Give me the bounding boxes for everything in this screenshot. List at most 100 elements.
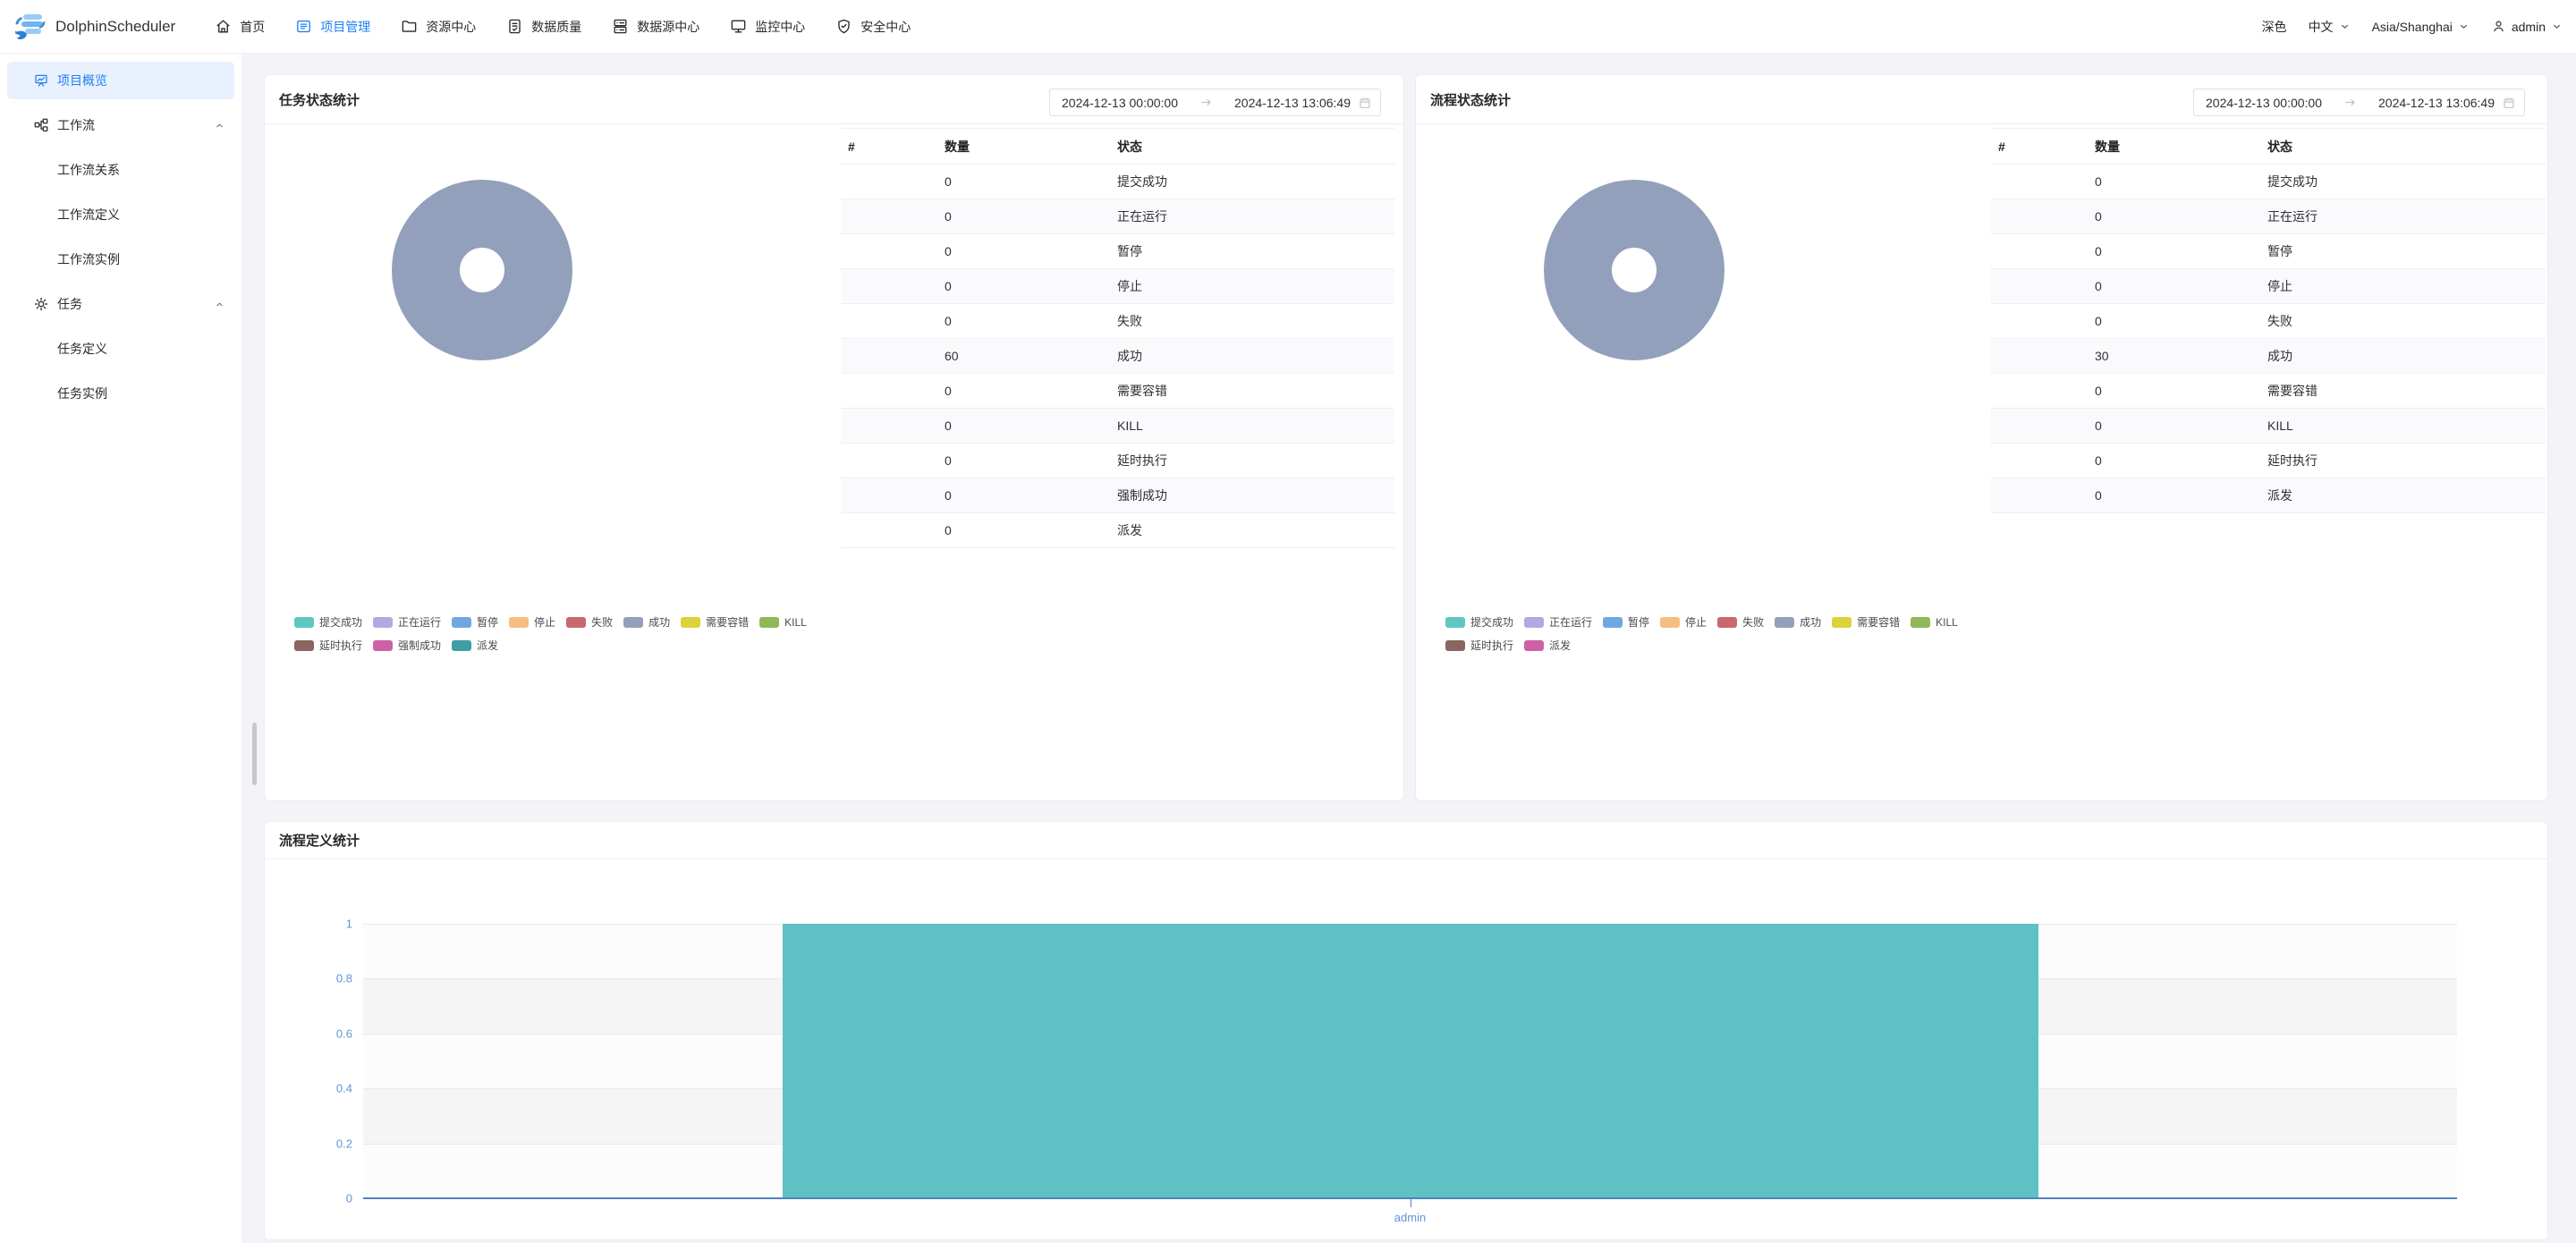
sidebar-item-workflow-relation[interactable]: 工作流关系 — [7, 151, 234, 189]
process-donut-chart — [1544, 180, 1724, 360]
scrollbar-thumb[interactable] — [252, 723, 257, 785]
column-header: # — [1991, 140, 2088, 154]
legend-item[interactable]: 正在运行 — [373, 614, 441, 630]
legend-label: 派发 — [477, 638, 498, 653]
cell-status: 失败 — [1110, 312, 1394, 330]
legend-item[interactable]: 派发 — [452, 638, 498, 653]
timezone-dropdown[interactable]: Asia/Shanghai — [2372, 20, 2470, 34]
legend-swatch — [452, 640, 471, 651]
legend-item[interactable]: 停止 — [1660, 614, 1707, 630]
legend-label: 暂停 — [477, 614, 498, 630]
legend-item[interactable]: 需要容错 — [681, 614, 749, 630]
project-icon — [295, 18, 312, 35]
legend-item[interactable]: 暂停 — [452, 614, 498, 630]
legend-item[interactable]: 成功 — [1775, 614, 1821, 630]
legend-item[interactable]: 正在运行 — [1524, 614, 1592, 630]
cell-count: 0 — [2088, 419, 2260, 433]
nav-item-project[interactable]: 项目管理 — [295, 18, 370, 36]
cell-count: 0 — [937, 453, 1110, 468]
legend-label: 成功 — [1800, 614, 1821, 630]
nav-item-datasource[interactable]: 数据源中心 — [612, 18, 699, 36]
legend-label: KILL — [1936, 616, 1958, 629]
legend-swatch — [294, 640, 314, 651]
dolphinscheduler-logo-icon — [13, 11, 48, 43]
chevron-up-icon — [214, 120, 225, 131]
legend-label: 停止 — [1685, 614, 1707, 630]
process-date-range-picker[interactable]: 2024-12-13 00:00:00 2024-12-13 13:06:49 — [2193, 89, 2525, 116]
cell-count: 0 — [2088, 488, 2260, 503]
cell-status: 派发 — [2260, 486, 2546, 504]
table-row: 0延时执行 — [841, 444, 1394, 478]
theme-toggle[interactable]: 深色 — [2262, 18, 2287, 36]
legend-item[interactable]: 停止 — [509, 614, 555, 630]
legend-item[interactable]: 延时执行 — [1445, 638, 1513, 653]
legend-label: KILL — [784, 616, 807, 629]
calendar-icon[interactable] — [1358, 96, 1372, 110]
cell-status: 停止 — [1110, 277, 1394, 295]
legend-label: 派发 — [1549, 638, 1571, 653]
cell-count: 0 — [937, 209, 1110, 224]
sidebar-item-label: 工作流定义 — [57, 206, 120, 224]
cell-count: 0 — [2088, 453, 2260, 468]
legend-item[interactable]: 提交成功 — [1445, 614, 1513, 630]
legend-item[interactable]: 失败 — [566, 614, 613, 630]
sidebar-item-workflow-instance[interactable]: 工作流实例 — [7, 241, 234, 278]
nav-item-home[interactable]: 首页 — [215, 18, 265, 36]
legend-swatch — [759, 617, 779, 628]
nav-item-label: 项目管理 — [320, 18, 370, 36]
navbar-right: 深色 中文 Asia/Shanghai admin — [2262, 18, 2563, 36]
cell-count: 0 — [2088, 279, 2260, 293]
legend-item[interactable]: 需要容错 — [1832, 614, 1900, 630]
sidebar-item-task-instance[interactable]: 任务实例 — [7, 375, 234, 412]
gear-icon — [33, 296, 49, 312]
y-axis-tick-label: 0.8 — [336, 972, 352, 985]
table-row: 0失败 — [841, 304, 1394, 339]
table-row: 0需要容错 — [1991, 374, 2546, 409]
table-row: 0派发 — [1991, 478, 2546, 513]
app-logo[interactable]: DolphinScheduler — [13, 11, 175, 43]
legend-item[interactable]: 强制成功 — [373, 638, 441, 653]
legend-label: 需要容错 — [706, 614, 749, 630]
legend-item[interactable]: KILL — [1911, 614, 1958, 630]
legend-swatch — [1603, 617, 1623, 628]
process-definition-card: 流程定义统计 00.20.40.60.81admin — [264, 821, 2548, 1240]
legend-item[interactable]: 成功 — [623, 614, 670, 630]
sidebar-item-label: 工作流关系 — [57, 161, 120, 179]
legend-item[interactable]: KILL — [759, 614, 807, 630]
table-row: 0延时执行 — [1991, 444, 2546, 478]
column-header: 数量 — [937, 138, 1110, 156]
table-row: 0KILL — [1991, 409, 2546, 444]
task-date-range-picker[interactable]: 2024-12-13 00:00:00 2024-12-13 13:06:49 — [1049, 89, 1381, 116]
sidebar-item-task-group[interactable]: 任务 — [7, 285, 234, 323]
process-status-card: 流程状态统计 2024-12-13 00:00:00 2024-12-13 13… — [1415, 74, 2548, 801]
legend-swatch — [1660, 617, 1680, 628]
legend-label: 延时执行 — [319, 638, 362, 653]
nav-item-monitor[interactable]: 监控中心 — [730, 18, 805, 36]
language-label: 中文 — [2309, 18, 2334, 36]
sidebar-item-project-overview[interactable]: 项目概览 — [7, 62, 234, 99]
legend-item[interactable]: 派发 — [1524, 638, 1571, 653]
y-axis-tick-label: 0 — [346, 1192, 352, 1205]
table-header-row: #数量状态 — [1991, 129, 2546, 165]
sidebar-item-label: 工作流 — [57, 116, 95, 134]
sidebar-item-workflow-group[interactable]: 工作流 — [7, 106, 234, 144]
legend-item[interactable]: 失败 — [1717, 614, 1764, 630]
task-card-title: 任务状态统计 — [279, 90, 360, 109]
nav-item-security[interactable]: 安全中心 — [835, 18, 911, 36]
sidebar: 项目概览工作流工作流关系工作流定义工作流实例任务任务定义任务实例 — [0, 54, 242, 1243]
cell-status: KILL — [2260, 419, 2546, 433]
sidebar-item-task-definition[interactable]: 任务定义 — [7, 330, 234, 368]
date-end: 2024-12-13 13:06:49 — [2378, 96, 2495, 110]
sidebar-item-workflow-definition[interactable]: 工作流定义 — [7, 196, 234, 233]
nav-item-data-quality[interactable]: 数据质量 — [506, 18, 581, 36]
calendar-icon[interactable] — [2502, 96, 2516, 110]
legend-item[interactable]: 提交成功 — [294, 614, 362, 630]
legend-label: 延时执行 — [1470, 638, 1513, 653]
nav-item-resources[interactable]: 资源中心 — [401, 18, 476, 36]
sidebar-item-label: 任务实例 — [57, 385, 107, 402]
language-dropdown[interactable]: 中文 — [2309, 18, 2351, 36]
task-donut-chart — [392, 180, 572, 360]
user-dropdown[interactable]: admin — [2491, 19, 2563, 34]
legend-item[interactable]: 延时执行 — [294, 638, 362, 653]
legend-item[interactable]: 暂停 — [1603, 614, 1649, 630]
